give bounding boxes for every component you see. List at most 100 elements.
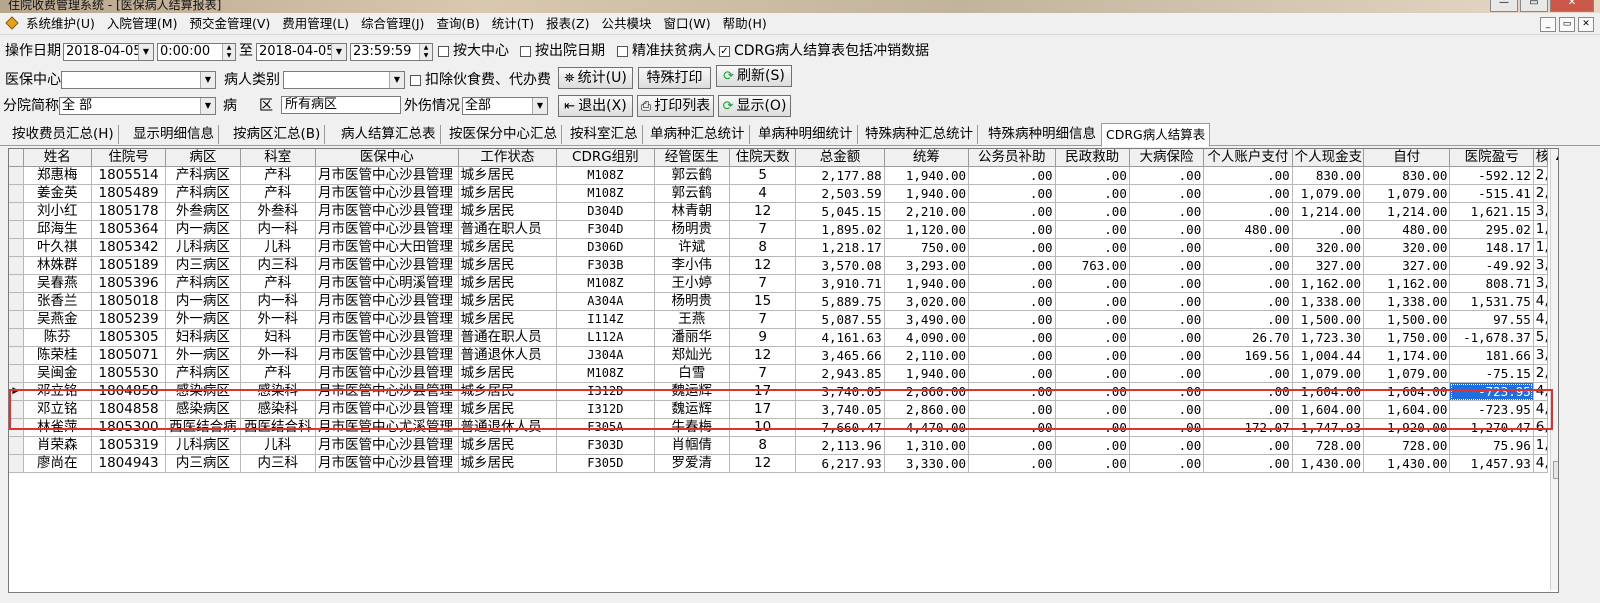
table-cell[interactable]: 月市医管中心沙县管理 xyxy=(315,310,459,329)
table-cell[interactable]: 邓立铭 xyxy=(23,382,92,401)
table-cell[interactable]: 1,430.00 xyxy=(1363,454,1451,473)
table-row[interactable]: 邓立铭 1804858 感染病区 感染科 月市医管中心沙县管理 城乡居民 I312D 魏运辉 1… xyxy=(9,400,1549,419)
table-row[interactable]: 姜金英 1805489 产科病区 产科 月市医管中心沙县管理 城乡居民 M108Z 郭云鹤 4 2… xyxy=(9,184,1549,203)
table-cell[interactable]: 2,860.00 xyxy=(884,400,970,419)
table-cell[interactable]: 内一科 xyxy=(240,220,316,239)
table-cell[interactable]: D306D xyxy=(556,238,655,257)
table-cell[interactable]: 1805489 xyxy=(91,184,167,203)
table-cell[interactable]: 肖荣森 xyxy=(23,436,92,455)
menu-item-5[interactable]: 查询(B) xyxy=(436,15,479,32)
row-indicator[interactable] xyxy=(9,274,24,293)
table-cell[interactable]: 320.00 xyxy=(1363,238,1451,257)
table-cell[interactable]: .00 xyxy=(1055,166,1130,185)
table-cell[interactable]: 月市医管中心明溪管理 xyxy=(315,274,459,293)
table-row[interactable]: 叶久祺 1805342 儿科病区 儿科 月市医管中心大田管理 城乡居民 D306D 许斌 8 1,… xyxy=(9,238,1549,257)
table-cell[interactable]: 林青朝 xyxy=(654,202,730,221)
table-cell[interactable]: 1,747.93 xyxy=(1292,418,1364,437)
table-cell[interactable]: .00 xyxy=(968,238,1056,257)
table-cell[interactable]: 5, xyxy=(1533,328,1549,347)
table-cell[interactable]: 1,723.30 xyxy=(1292,328,1364,347)
table-cell[interactable]: 2,503.59 xyxy=(795,184,885,203)
table-cell[interactable]: 产科 xyxy=(240,166,316,185)
chevron-down-icon[interactable]: ▼ xyxy=(331,44,346,60)
table-cell[interactable]: 罗爱清 xyxy=(654,454,730,473)
table-cell[interactable]: 城乡居民 xyxy=(458,184,558,203)
tab-by-cashier[interactable]: 按收费员汇总(H) xyxy=(8,125,119,144)
table-cell[interactable]: 吴燕金 xyxy=(23,310,92,329)
table-cell[interactable]: 808.71 xyxy=(1449,274,1534,293)
table-cell[interactable]: 郑惠梅 xyxy=(23,166,92,185)
table-cell[interactable]: 2,113.96 xyxy=(795,436,885,455)
table-cell[interactable]: 172.07 xyxy=(1203,418,1293,437)
refresh-button[interactable]: ⟳ 刷新(S) xyxy=(716,65,792,87)
table-cell[interactable]: 内三科 xyxy=(240,454,316,473)
table-cell[interactable]: 2,210.00 xyxy=(884,202,970,221)
table-cell[interactable]: 1, xyxy=(1533,238,1549,257)
by-discharge-date-checkbox[interactable]: 按出院日期 xyxy=(520,42,605,60)
table-cell[interactable]: 17 xyxy=(729,382,797,401)
table-cell[interactable]: .00 xyxy=(1055,328,1130,347)
table-cell[interactable]: 2, xyxy=(1533,364,1549,383)
column-header[interactable]: 统筹 xyxy=(884,149,970,167)
table-cell[interactable]: 城乡居民 xyxy=(458,292,558,311)
table-cell[interactable]: 感染科 xyxy=(240,400,316,419)
table-cell[interactable]: .00 xyxy=(1055,184,1130,203)
table-cell[interactable]: .00 xyxy=(968,256,1056,275)
column-header[interactable]: 工作状态 xyxy=(458,149,558,167)
table-cell[interactable]: 1,338.00 xyxy=(1363,292,1451,311)
table-cell[interactable]: 王燕 xyxy=(654,310,730,329)
table-cell[interactable]: L112A xyxy=(556,328,655,347)
table-cell[interactable]: 西医结合科 xyxy=(240,418,316,437)
table-cell[interactable]: 1,270.47 xyxy=(1449,418,1534,437)
tab-single-disease-summary[interactable]: 单病种汇总统计 xyxy=(646,125,750,144)
table-cell[interactable]: .00 xyxy=(1055,202,1130,221)
table-cell[interactable]: 4,470.00 xyxy=(884,418,970,437)
table-cell[interactable]: 月市医管中心沙县管理 xyxy=(315,400,459,419)
table-cell[interactable]: 城乡居民 xyxy=(458,256,558,275)
column-header[interactable]: 经管医生 xyxy=(654,149,730,167)
column-header[interactable]: 民政救助 xyxy=(1055,149,1130,167)
chevron-down-icon[interactable]: ▼ xyxy=(138,44,153,60)
table-cell[interactable]: 西医结合病 xyxy=(165,418,241,437)
table-cell[interactable]: .00 xyxy=(1055,454,1130,473)
table-cell[interactable]: 城乡居民 xyxy=(458,364,558,383)
table-cell[interactable]: -75.15 xyxy=(1449,364,1534,383)
table-cell[interactable]: 产科病区 xyxy=(165,166,241,185)
table-cell[interactable]: 7,660.47 xyxy=(795,418,885,437)
table-cell[interactable]: 张香兰 xyxy=(23,292,92,311)
table-cell[interactable]: 12 xyxy=(729,454,797,473)
table-cell[interactable]: 1805178 xyxy=(91,202,167,221)
table-cell[interactable]: .00 xyxy=(1203,436,1293,455)
table-cell[interactable]: 6,217.93 xyxy=(795,454,885,473)
time-to-spinner[interactable]: 23:59:59 ▲ ▼ xyxy=(350,43,433,61)
table-cell[interactable]: 5,045.15 xyxy=(795,202,885,221)
table-cell[interactable]: M108Z xyxy=(556,184,655,203)
ward-input[interactable]: 所有病区 xyxy=(281,96,401,114)
table-cell[interactable]: 1,162.00 xyxy=(1292,274,1364,293)
table-cell[interactable]: .00 xyxy=(968,346,1056,365)
table-cell[interactable]: 李小伟 xyxy=(654,256,730,275)
show-button[interactable]: ⟳ 显示(O) xyxy=(718,95,791,117)
table-cell[interactable]: 1,500.00 xyxy=(1363,310,1451,329)
table-cell[interactable]: 1,310.00 xyxy=(884,436,970,455)
chevron-down-icon[interactable]: ▼ xyxy=(200,72,215,88)
table-cell[interactable]: 城乡居民 xyxy=(458,454,558,473)
table-cell[interactable]: .00 xyxy=(968,328,1056,347)
table-cell[interactable]: 148.17 xyxy=(1449,238,1534,257)
table-cell[interactable]: 肖帼倩 xyxy=(654,436,730,455)
table-cell[interactable]: -515.41 xyxy=(1449,184,1534,203)
column-header[interactable]: 自付 xyxy=(1363,149,1451,167)
row-indicator[interactable] xyxy=(9,418,24,437)
table-cell[interactable]: .00 xyxy=(1292,220,1364,239)
table-cell[interactable]: 1,940.00 xyxy=(884,184,970,203)
table-cell[interactable]: -592.12 xyxy=(1449,166,1534,185)
scroll-thumb[interactable] xyxy=(1553,461,1558,479)
table-cell[interactable]: .00 xyxy=(1203,364,1293,383)
table-cell[interactable]: .00 xyxy=(968,364,1056,383)
table-cell[interactable]: .00 xyxy=(1055,238,1130,257)
table-cell[interactable]: .00 xyxy=(1203,400,1293,419)
table-cell[interactable]: .00 xyxy=(1129,364,1205,383)
poverty-patient-checkbox[interactable]: 精准扶贫病人 xyxy=(617,42,716,60)
menu-item-7[interactable]: 报表(Z) xyxy=(546,15,589,32)
table-cell[interactable]: 月市医管中心沙县管理 xyxy=(315,202,459,221)
